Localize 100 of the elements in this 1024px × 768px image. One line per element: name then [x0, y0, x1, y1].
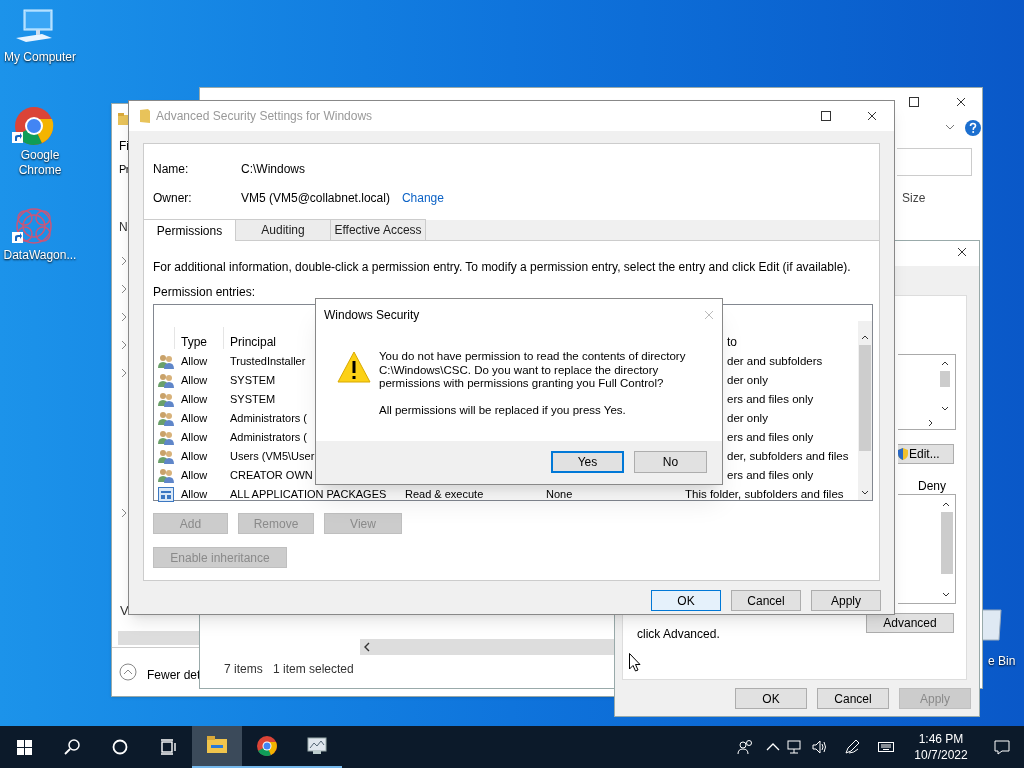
field-label: Owner: [153, 190, 193, 204]
table-cell-text: SYSTEM [230, 392, 276, 407]
users-icon [158, 411, 174, 426]
advanced-button[interactable]: Advanced [866, 613, 954, 633]
monitor-icon [307, 736, 327, 756]
users-icon [158, 392, 174, 407]
table-cell-text: Users (VM5\User [230, 449, 315, 464]
chevron-left-icon[interactable] [364, 642, 370, 652]
tab[interactable]: Auditing [236, 219, 331, 240]
clock-date[interactable]: 10/7/2022 [914, 747, 968, 763]
shield-icon [898, 448, 908, 460]
table-cell-text: Read & execute [405, 487, 484, 502]
table-cell-text: ers and files only [727, 468, 814, 483]
dialog-button[interactable]: No [634, 451, 707, 473]
info-text: For additional information, double-click a permission entry. To modify a permission entry, select the entry and click Edit (if available). [153, 259, 852, 273]
field-value: VM5 (VM5@collabnet.local) [241, 190, 390, 204]
warning-icon [337, 351, 371, 383]
dialog-button[interactable]: Yes [551, 451, 624, 473]
users-icon [158, 449, 174, 464]
column-header[interactable]: N [119, 218, 128, 236]
chevron-right-icon[interactable] [928, 419, 933, 427]
pen-icon [844, 739, 860, 755]
scroll-thumb[interactable] [940, 371, 950, 387]
window-title: Advanced Security Settings for Windows [156, 108, 373, 125]
column-header[interactable]: Size [902, 189, 926, 207]
scrollbar[interactable] [360, 639, 615, 655]
table-cell-text: Allow [181, 487, 208, 502]
windows-icon [16, 739, 32, 755]
table-cell-text: CREATOR OWN [230, 468, 313, 483]
chevron-down-icon[interactable] [941, 406, 949, 411]
table-cell-text: TrustedInstaller [230, 354, 306, 369]
column-header[interactable]: to [727, 333, 737, 351]
table-cell-text: der, subfolders and files [727, 449, 849, 464]
field-value: C:\Windows [241, 161, 305, 175]
close-icon[interactable] [956, 246, 968, 258]
edit-button[interactable]: Edit... [898, 444, 954, 464]
section-label: V [120, 602, 129, 620]
users-icon [158, 354, 174, 369]
details-toggle[interactable]: Fewer det [147, 666, 201, 684]
change-link[interactable]: Change [401, 189, 444, 204]
column-header: Deny [918, 478, 946, 495]
search-field[interactable] [897, 148, 972, 176]
browser-icon [257, 736, 277, 756]
maximize-icon[interactable] [908, 96, 920, 108]
table-cell-text: der only [727, 373, 768, 388]
desktop-icon-label[interactable]: e Bin [988, 652, 1016, 670]
table-cell-text: ALL APPLICATION PACKAGES [230, 487, 387, 502]
message-text: All permissions will be replaced if you press Yes. [379, 402, 627, 418]
table-cell-text: Allow [181, 468, 208, 483]
search-icon [64, 739, 80, 755]
users-icon [158, 430, 174, 445]
table-cell-text: der only [727, 411, 768, 426]
table-cell-text: Allow [181, 430, 208, 445]
menu-tab[interactable]: Fi [119, 137, 129, 155]
dialog-button[interactable]: OK [735, 688, 807, 709]
close-icon[interactable] [955, 96, 967, 108]
status-text: 7 items [224, 661, 263, 678]
table-cell-text: Allow [181, 354, 208, 369]
people-icon [737, 739, 753, 755]
table-cell-text: None [546, 487, 573, 502]
table-cell-text: ers and files only [727, 430, 814, 445]
tab[interactable]: Effective Access [331, 219, 426, 240]
chevron-down-icon[interactable] [942, 592, 950, 597]
chevron-up-icon[interactable] [861, 335, 869, 340]
keyboard-icon [878, 739, 894, 755]
network-icon [787, 739, 803, 755]
table-cell-text: Administrators ( [230, 411, 308, 426]
field-label: Name: [153, 161, 190, 175]
users-icon [158, 468, 174, 483]
table-cell-text: SYSTEM [230, 373, 276, 388]
field-label: Permission entries: [153, 284, 257, 298]
table-cell-text: ers and files only [727, 392, 814, 407]
dialog-button[interactable]: Apply [811, 590, 881, 611]
ribbon-tab[interactable]: Pr [119, 161, 129, 178]
close-icon[interactable] [866, 110, 878, 122]
help-icon[interactable] [965, 120, 981, 136]
maximize-icon[interactable] [820, 110, 832, 122]
scrollbar[interactable] [118, 631, 200, 645]
tab[interactable]: Permissions [144, 219, 236, 241]
scrollbar[interactable] [858, 321, 872, 500]
circle-icon [112, 739, 128, 755]
status-text: 1 item selected [273, 661, 354, 678]
column-header[interactable]: Principal [230, 333, 277, 351]
table-cell-text: der and subfolders [727, 354, 823, 369]
chevron-up-circle-icon[interactable] [119, 663, 137, 681]
task-view-icon [160, 739, 176, 755]
dialog-button[interactable]: Cancel [731, 590, 801, 611]
dialog-button[interactable]: Cancel [817, 688, 889, 709]
chevron-up-icon[interactable] [941, 361, 949, 366]
scroll-thumb[interactable] [859, 345, 871, 451]
clock-time[interactable]: 1:46 PM [918, 731, 964, 747]
table-cell-text: This folder, subfolders and files [685, 487, 844, 502]
chevron-down-icon[interactable] [861, 490, 869, 495]
table-cell-text: Allow [181, 392, 208, 407]
chevron-up-icon[interactable] [942, 502, 950, 507]
package-icon [158, 487, 174, 502]
column-header[interactable]: Type [181, 333, 207, 351]
dialog-button[interactable]: OK [651, 590, 721, 611]
scroll-thumb[interactable] [941, 512, 953, 574]
message-text: You do not have permission to read the contents of directory C:\Windows\CSC. Do you want to replace the directory permissions with permissions granting you Full Control? [379, 350, 687, 391]
